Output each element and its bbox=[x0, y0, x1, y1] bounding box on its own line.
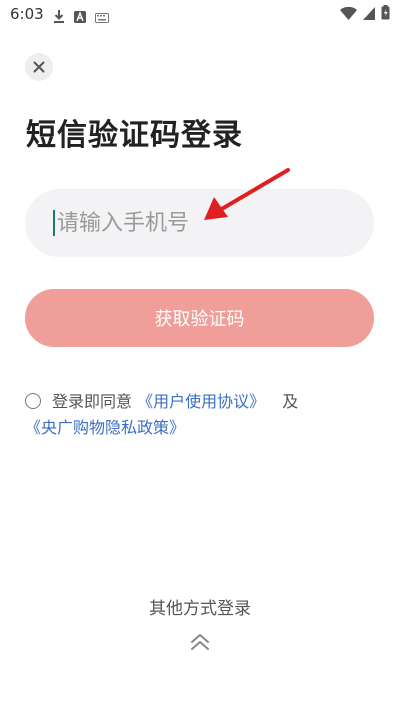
login-screen: 6:03 短信验证码登录 请输入手机号 获取验证码 登录即同意 《用户使用协议》… bbox=[0, 0, 400, 710]
text-cursor bbox=[53, 210, 55, 236]
agreement-line-1: 登录即同意 《用户使用协议》 及 bbox=[25, 389, 375, 415]
wifi-icon bbox=[340, 5, 357, 24]
signal-icon bbox=[363, 5, 375, 24]
battery-icon bbox=[381, 4, 390, 24]
agreement-line-2: 《央广购物隐私政策》 bbox=[25, 415, 375, 441]
download-icon bbox=[53, 8, 65, 23]
agreement-and: 及 bbox=[282, 392, 299, 411]
keyboard-icon bbox=[94, 8, 109, 23]
status-bar: 6:03 bbox=[0, 0, 400, 28]
close-button[interactable] bbox=[25, 53, 53, 81]
agreement-radio[interactable] bbox=[25, 393, 41, 409]
phone-input[interactable] bbox=[57, 210, 307, 236]
other-login-methods[interactable]: 其他方式登录 bbox=[0, 594, 400, 619]
a-icon bbox=[73, 8, 86, 23]
agreement-section: 登录即同意 《用户使用协议》 及 《央广购物隐私政策》 bbox=[25, 389, 375, 441]
page-title: 短信验证码登录 bbox=[26, 118, 243, 153]
privacy-policy-link[interactable]: 《央广购物隐私政策》 bbox=[25, 418, 185, 437]
close-icon bbox=[33, 58, 45, 77]
get-code-button[interactable]: 获取验证码 bbox=[25, 289, 374, 347]
user-agreement-link[interactable]: 《用户使用协议》 bbox=[137, 392, 265, 411]
status-left: 6:03 bbox=[10, 5, 109, 23]
chevron-up-double-icon[interactable] bbox=[189, 632, 211, 652]
status-right bbox=[340, 4, 390, 24]
status-time: 6:03 bbox=[10, 5, 44, 23]
agreement-prefix: 登录即同意 bbox=[52, 392, 133, 411]
phone-input-container[interactable] bbox=[25, 189, 374, 257]
